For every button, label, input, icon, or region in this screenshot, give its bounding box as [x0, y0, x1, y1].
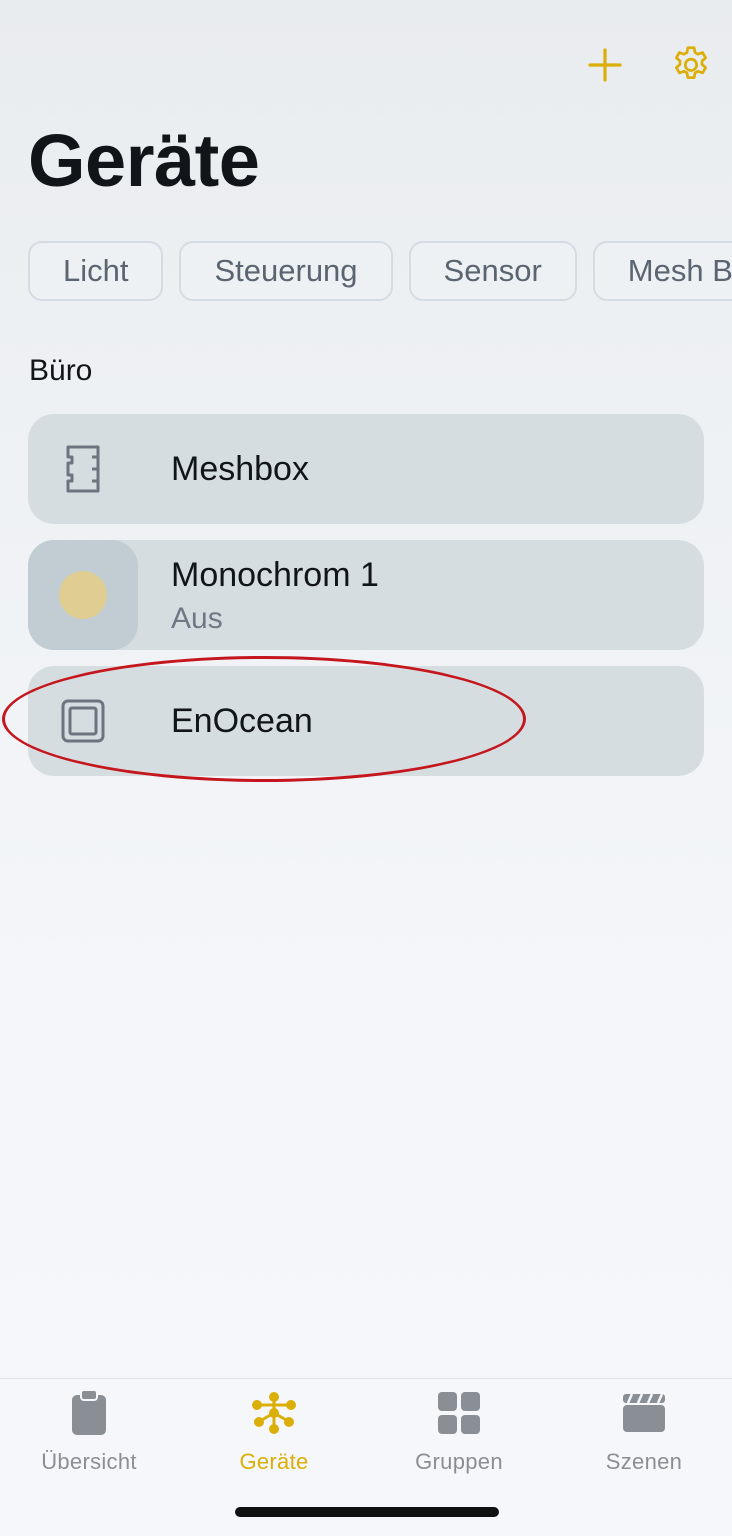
page-title: Geräte	[28, 119, 260, 202]
device-icon-container	[28, 666, 138, 776]
tab-devices[interactable]: Geräte	[182, 1379, 366, 1489]
device-row-enocean[interactable]: EnOcean	[28, 666, 704, 776]
tab-groups[interactable]: Gruppen	[367, 1379, 551, 1489]
tab-label: Gruppen	[415, 1449, 503, 1474]
tab-label: Szenen	[605, 1449, 683, 1474]
device-icon-container	[28, 414, 138, 524]
lamp-toggle-tile[interactable]	[28, 540, 138, 650]
tab-label: Übersicht	[41, 1449, 137, 1474]
lamp-indicator	[59, 571, 107, 619]
gear-icon	[674, 46, 708, 80]
clapperboard-icon	[623, 1393, 665, 1432]
plus-icon	[588, 48, 622, 82]
grid-icon	[438, 1392, 480, 1434]
device-name: Meshbox	[171, 450, 309, 488]
network-icon	[252, 1392, 296, 1434]
device-status: Aus	[171, 602, 223, 635]
section-title: Büro	[29, 354, 93, 387]
home-indicator[interactable]	[235, 1507, 499, 1517]
tab-overview[interactable]: Übersicht	[0, 1379, 181, 1489]
tab-label: Geräte	[239, 1449, 309, 1474]
device-row-monochrom-1[interactable]: Monochrom 1 Aus	[28, 540, 704, 650]
clipboard-icon	[72, 1390, 106, 1435]
enocean-switch-icon	[61, 699, 105, 743]
filter-chip-sensor[interactable]: Sensor	[408, 241, 577, 301]
filter-chip-meshbox[interactable]: Mesh Box	[592, 241, 732, 301]
device-name: Monochrom 1	[171, 556, 379, 594]
tab-scenes[interactable]: Szenen	[552, 1379, 732, 1489]
filter-chip-light[interactable]: Licht	[28, 241, 164, 301]
meshbox-icon	[66, 445, 100, 493]
filter-chips: Licht Steuerung Sensor Mesh Box	[28, 241, 732, 305]
device-row-meshbox[interactable]: Meshbox	[28, 414, 704, 524]
settings-button[interactable]	[666, 40, 716, 90]
device-name: EnOcean	[171, 702, 313, 740]
filter-chip-control[interactable]: Steuerung	[179, 241, 393, 301]
add-device-button[interactable]	[580, 40, 630, 90]
